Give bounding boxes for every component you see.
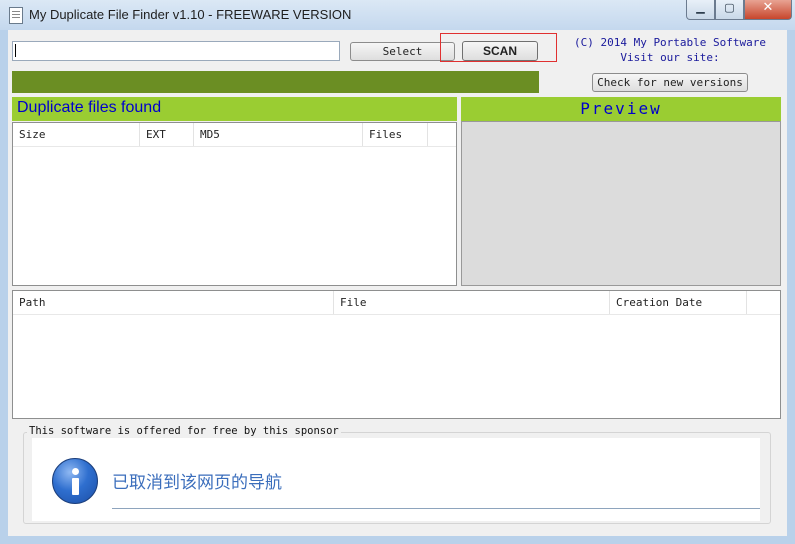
column-size[interactable]: Size xyxy=(13,123,140,146)
preview-title: Preview xyxy=(580,99,662,118)
title-bar[interactable]: My Duplicate File Finder v1.10 - FREEWAR… xyxy=(0,0,795,30)
duplicates-list[interactable]: Size EXT MD5 Files xyxy=(12,122,457,286)
text-caret xyxy=(15,44,16,57)
scan-highlight-box xyxy=(440,33,557,62)
navigation-cancelled-message: 已取消到该网页的导航 xyxy=(112,473,282,493)
check-versions-button[interactable]: Check for new versions xyxy=(592,73,748,92)
preview-header: Preview xyxy=(461,97,781,121)
column-files[interactable]: Files xyxy=(363,123,428,146)
column-path[interactable]: Path xyxy=(13,291,334,314)
header-divider xyxy=(13,146,456,147)
header-divider xyxy=(13,314,780,315)
column-creation-date[interactable]: Creation Date xyxy=(610,291,747,314)
duplicates-header: Duplicate files found xyxy=(12,97,457,121)
copyright-info: (C) 2014 My Portable Software Visit our … xyxy=(565,35,775,65)
maximize-button[interactable]: ▢ xyxy=(715,0,744,20)
message-divider xyxy=(112,508,760,509)
column-file[interactable]: File xyxy=(334,291,610,314)
close-button[interactable]: ✕ xyxy=(744,0,792,20)
sponsor-webview[interactable]: 已取消到该网页的导航 xyxy=(32,438,760,521)
window-controls: ▁ ▢ ✕ xyxy=(686,0,792,20)
minimize-button[interactable]: ▁ xyxy=(686,0,715,20)
folder-path-input[interactable] xyxy=(12,41,340,61)
window-title: My Duplicate File Finder v1.10 - FREEWAR… xyxy=(29,7,352,22)
info-icon xyxy=(52,458,98,504)
copyright-text: (C) 2014 My Portable Software xyxy=(573,36,767,49)
preview-pane xyxy=(461,121,781,286)
duplicates-title: Duplicate files found xyxy=(17,99,162,116)
sponsor-label: This software is offered for free by thi… xyxy=(27,425,341,437)
column-ext[interactable]: EXT xyxy=(140,123,194,146)
app-window: My Duplicate File Finder v1.10 - FREEWAR… xyxy=(0,0,795,544)
maximize-icon: ▢ xyxy=(724,1,735,14)
paths-list[interactable]: Path File Creation Date xyxy=(12,290,781,419)
column-md5[interactable]: MD5 xyxy=(194,123,363,146)
visit-site-link[interactable]: Visit our site: xyxy=(565,50,775,65)
progress-bar xyxy=(12,71,539,93)
close-icon: ✕ xyxy=(762,0,774,15)
app-icon xyxy=(9,7,23,24)
minimize-icon: ▁ xyxy=(696,1,705,14)
